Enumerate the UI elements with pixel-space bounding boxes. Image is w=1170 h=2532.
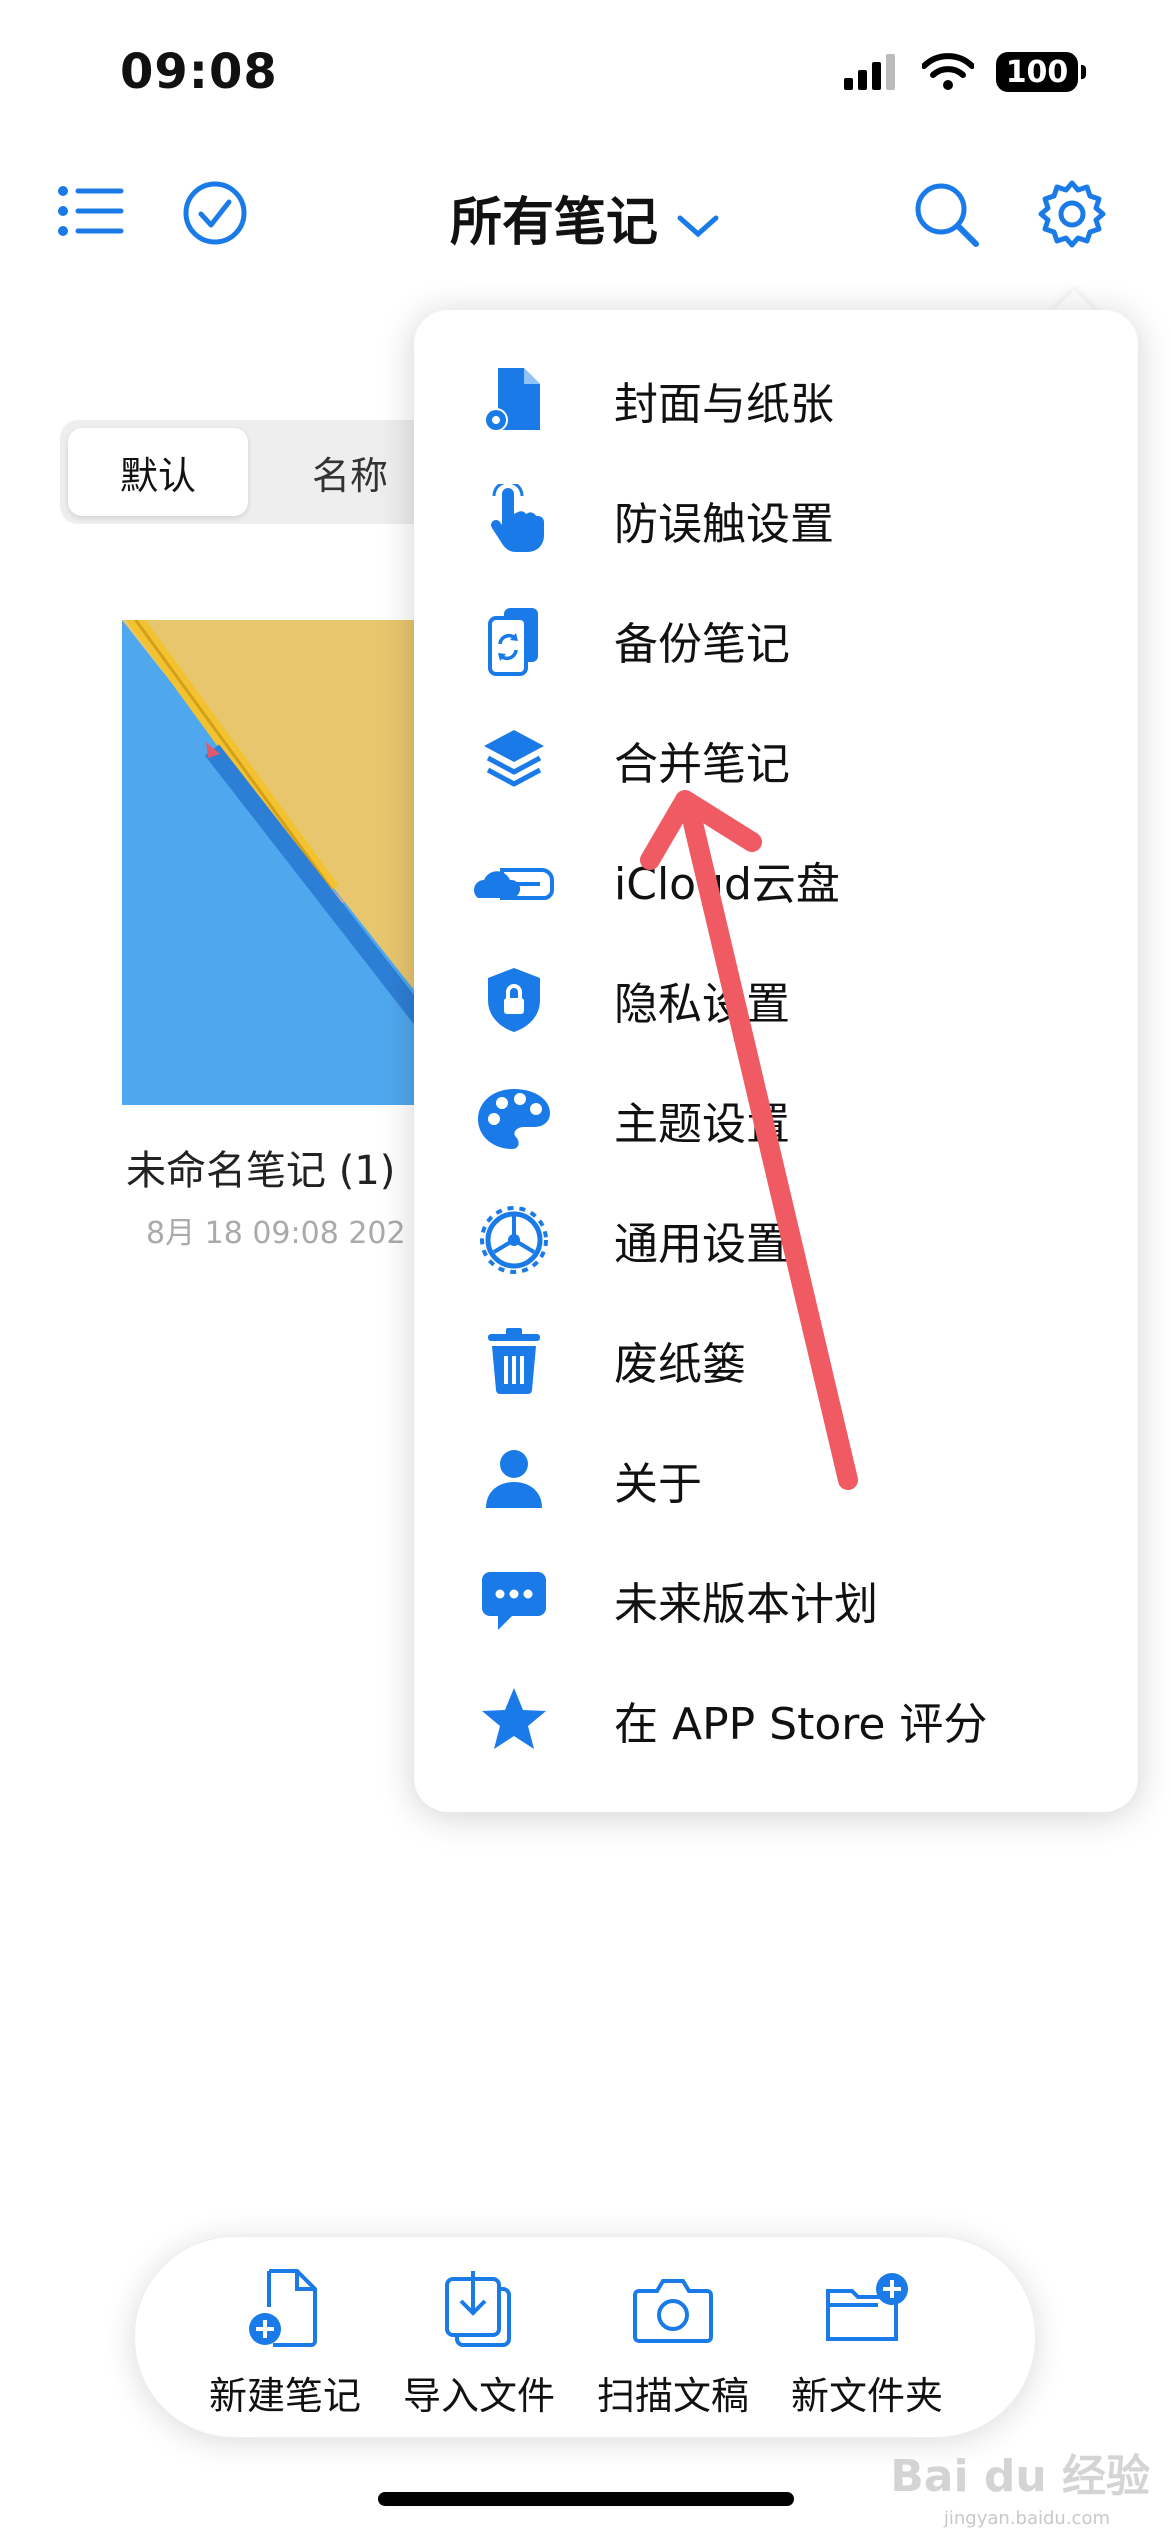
- menu-item-cover-paper[interactable]: 封面与纸张: [414, 340, 1138, 460]
- note-title: 未命名笔记 (1): [126, 1148, 396, 1194]
- new-document-icon: [249, 2269, 317, 2347]
- watermark-url: jingyan.baidu.com: [943, 2508, 1110, 2529]
- palette-icon: [478, 1089, 550, 1149]
- sort-segmented-control: 默认 名称: [60, 420, 460, 524]
- icloud-drive-icon: [474, 868, 554, 900]
- menu-item-about[interactable]: 关于: [414, 1420, 1138, 1540]
- sort-name-tab[interactable]: 名称: [260, 428, 440, 516]
- layers-icon: [484, 730, 544, 787]
- person-icon: [486, 1450, 542, 1508]
- camera-icon: [633, 2279, 713, 2343]
- document-gear-icon: [484, 368, 540, 432]
- chevron-down-icon: [677, 215, 719, 238]
- scan-document-button[interactable]: 扫描文稿: [583, 2267, 763, 2420]
- status-icons: 100: [844, 52, 1086, 92]
- star-icon: [482, 1688, 546, 1749]
- menu-item-icloud[interactable]: iCloud云盘: [414, 820, 1138, 940]
- note-thumbnail[interactable]: [122, 620, 422, 1105]
- chat-bubble-icon: [482, 1572, 546, 1630]
- watermark-logo: Bai du 经验: [890, 2451, 1150, 2502]
- page-title: 所有笔记: [449, 193, 658, 253]
- search-icon[interactable]: [912, 180, 982, 250]
- import-tray-icon: [445, 2271, 511, 2347]
- sort-default-tab[interactable]: 默认: [68, 428, 248, 516]
- settings-gear-icon[interactable]: [1036, 178, 1108, 250]
- trash-icon: [488, 1328, 540, 1394]
- note-date: 8月 18 09:08 202: [146, 1216, 406, 1251]
- menu-item-theme[interactable]: 主题设置: [414, 1060, 1138, 1180]
- menu-item-palm-rejection[interactable]: 防误触设置: [414, 460, 1138, 580]
- cellular-signal-icon: [844, 54, 895, 90]
- backup-sync-icon: [488, 608, 538, 676]
- menu-item-rate-app[interactable]: 在 APP Store 评分: [414, 1660, 1138, 1780]
- hand-touch-icon: [491, 484, 544, 552]
- import-file-button[interactable]: 导入文件: [389, 2267, 569, 2420]
- new-folder-button[interactable]: 新文件夹: [777, 2267, 957, 2420]
- settings-menu: 封面与纸张 防误触设置 备份笔记 合并笔记 iCloud云盘 隐私设置 主题设置…: [414, 310, 1138, 1812]
- menu-item-trash[interactable]: 废纸篓: [414, 1300, 1138, 1420]
- wifi-icon: [922, 53, 974, 90]
- menu-item-roadmap[interactable]: 未来版本计划: [414, 1540, 1138, 1660]
- bottom-toolbar: 新建笔记 导入文件 扫描文稿 新文件夹: [134, 2236, 1036, 2438]
- gear-wheel-icon: [480, 1206, 548, 1274]
- menu-item-backup[interactable]: 备份笔记: [414, 580, 1138, 700]
- menu-item-merge-notes[interactable]: 合并笔记: [414, 700, 1138, 820]
- battery-indicator: 100: [996, 52, 1086, 92]
- new-folder-icon: [826, 2273, 908, 2341]
- menu-item-privacy[interactable]: 隐私设置: [414, 940, 1138, 1060]
- home-indicator[interactable]: [378, 2492, 794, 2506]
- menu-item-general-settings[interactable]: 通用设置: [414, 1180, 1138, 1300]
- new-note-button[interactable]: 新建笔记: [195, 2267, 375, 2420]
- lock-shield-icon: [488, 968, 540, 1032]
- status-time: 09:08: [120, 44, 278, 100]
- pencil-cover-image: [122, 620, 422, 1105]
- notes-filter-title[interactable]: 所有笔记: [0, 180, 1170, 255]
